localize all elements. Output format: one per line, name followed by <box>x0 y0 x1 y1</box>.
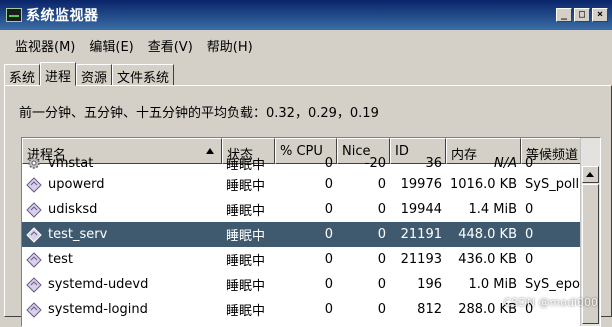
process-icon <box>26 251 42 268</box>
process-id: 21193 <box>400 252 442 267</box>
process-name: upowerd <box>48 177 105 192</box>
process-nice: -20 <box>364 155 386 171</box>
process-name-cell: systemd-logind <box>22 301 222 318</box>
process-cpu: 0 <box>324 302 333 317</box>
process-nice: 0 <box>377 177 386 192</box>
process-icon <box>26 226 42 243</box>
menu-bar: 监视器(M) 编辑(E) 查看(V) 帮助(H) <box>0 33 612 57</box>
gear-icon <box>28 157 40 169</box>
window-title: 系统监视器 <box>26 8 99 24</box>
process-state: 睡眠中 <box>226 304 266 319</box>
process-memory: 1016.0 KB <box>450 177 518 192</box>
minimize-button[interactable]: _ <box>556 8 572 22</box>
process-nice: 0 <box>377 227 386 242</box>
process-id: 36 <box>425 155 442 171</box>
process-memory: 448.0 KB <box>458 227 517 242</box>
table-row[interactable]: systemd-udevd 睡眠中 0 0 196 1.0 MiB SyS_ep… <box>22 272 582 297</box>
process-memory: 1.0 MiB <box>468 277 517 292</box>
process-name: udisksd <box>48 202 98 217</box>
menu-edit[interactable]: 编辑(E) <box>82 34 140 57</box>
tab-system[interactable]: 系统 <box>4 64 41 86</box>
process-memory: 1.4 MiB <box>468 202 517 217</box>
maximize-button[interactable]: □ <box>574 8 590 22</box>
process-wait-channel: 0 <box>525 252 534 267</box>
process-state: 睡眠中 <box>226 179 266 194</box>
process-memory: N/A <box>494 155 517 171</box>
process-wait-channel: SyS_epoll_ <box>525 277 582 292</box>
process-name: systemd-udevd <box>48 277 149 292</box>
process-nice: 0 <box>377 202 386 217</box>
process-cpu: 0 <box>324 202 333 217</box>
process-name: systemd-logind <box>48 302 148 317</box>
table-row[interactable]: upowerd 睡眠中 0 0 19976 1016.0 KB SyS_poll <box>22 172 582 197</box>
process-state: 睡眠中 <box>226 204 266 219</box>
process-icon <box>26 301 42 318</box>
process-icon <box>26 176 42 193</box>
process-cpu: 0 <box>324 155 333 171</box>
process-id: 21191 <box>400 227 442 242</box>
process-wait-channel: 0 <box>525 155 534 171</box>
table-row[interactable]: udisksd 睡眠中 0 0 19944 1.4 MiB 0 <box>22 197 582 222</box>
menu-monitor[interactable]: 监视器(M) <box>8 34 82 57</box>
close-button[interactable]: × <box>592 8 608 22</box>
process-cpu: 0 <box>324 227 333 242</box>
process-nice: 0 <box>377 277 386 292</box>
process-cpu: 0 <box>324 252 333 267</box>
process-state: 睡眠中 <box>226 279 266 294</box>
table-row[interactable]: systemd-logind 睡眠中 0 0 812 288.0 KB 0 <box>22 297 582 322</box>
process-icon <box>26 201 42 218</box>
process-nice: 0 <box>377 302 386 317</box>
process-wait-channel: 0 <box>525 202 534 217</box>
process-wait-channel: 0 <box>525 227 534 242</box>
process-id: 812 <box>417 302 442 317</box>
process-name-cell: vmstat <box>22 155 222 171</box>
menu-view[interactable]: 查看(V) <box>141 34 200 57</box>
process-name: test <box>48 252 73 267</box>
process-name-cell: test <box>22 251 222 268</box>
process-icon <box>26 276 42 293</box>
system-monitor-icon <box>6 8 22 22</box>
tab-bar: 系统 进程 资源 文件系统 <box>4 62 175 86</box>
process-cpu: 0 <box>324 277 333 292</box>
process-state: 睡眠中 <box>226 157 266 173</box>
title-bar: 系统监视器 _ □ × <box>0 0 612 30</box>
process-id: 19944 <box>400 202 442 217</box>
process-id: 196 <box>417 277 442 292</box>
process-memory: 436.0 KB <box>458 252 517 267</box>
scroll-up-arrow-icon[interactable] <box>582 166 599 183</box>
watermark-text: CSDN @modi000 <box>503 296 598 309</box>
process-cpu: 0 <box>324 177 333 192</box>
table-row-selected[interactable]: test_serv 睡眠中 0 0 21191 448.0 KB 0 <box>22 222 582 247</box>
tab-processes[interactable]: 进程 <box>40 62 77 86</box>
table-row[interactable]: test 睡眠中 0 0 21193 436.0 KB 0 <box>22 247 582 272</box>
process-wait-channel: SyS_poll <box>525 177 580 192</box>
process-name: vmstat <box>48 155 94 171</box>
process-state: 睡眠中 <box>226 229 266 244</box>
process-state: 睡眠中 <box>226 254 266 269</box>
menu-help[interactable]: 帮助(H) <box>200 34 260 57</box>
process-name-cell: udisksd <box>22 201 222 218</box>
tab-resources[interactable]: 资源 <box>76 64 113 86</box>
process-id: 19976 <box>400 177 442 192</box>
processes-panel: 前一分钟、五分钟、十五分钟的平均负载：0.32，0.29，0.19 进程名 状态… <box>4 85 612 327</box>
process-name-cell: upowerd <box>22 176 222 193</box>
process-name-cell: systemd-udevd <box>22 276 222 293</box>
window-controls: _ □ × <box>556 8 608 22</box>
table-row[interactable]: vmstat 睡眠中 0 -20 36 N/A 0 <box>22 154 582 173</box>
tab-filesystems[interactable]: 文件系统 <box>112 64 175 86</box>
process-name-cell: test_serv <box>22 226 222 243</box>
process-name: test_serv <box>48 227 108 242</box>
process-nice: 0 <box>377 252 386 267</box>
table-body: vmstat 睡眠中 0 -20 36 N/A 0 upowerd 睡眠中 0 … <box>22 154 582 322</box>
load-average-label: 前一分钟、五分钟、十五分钟的平均负载：0.32，0.29，0.19 <box>19 106 379 121</box>
